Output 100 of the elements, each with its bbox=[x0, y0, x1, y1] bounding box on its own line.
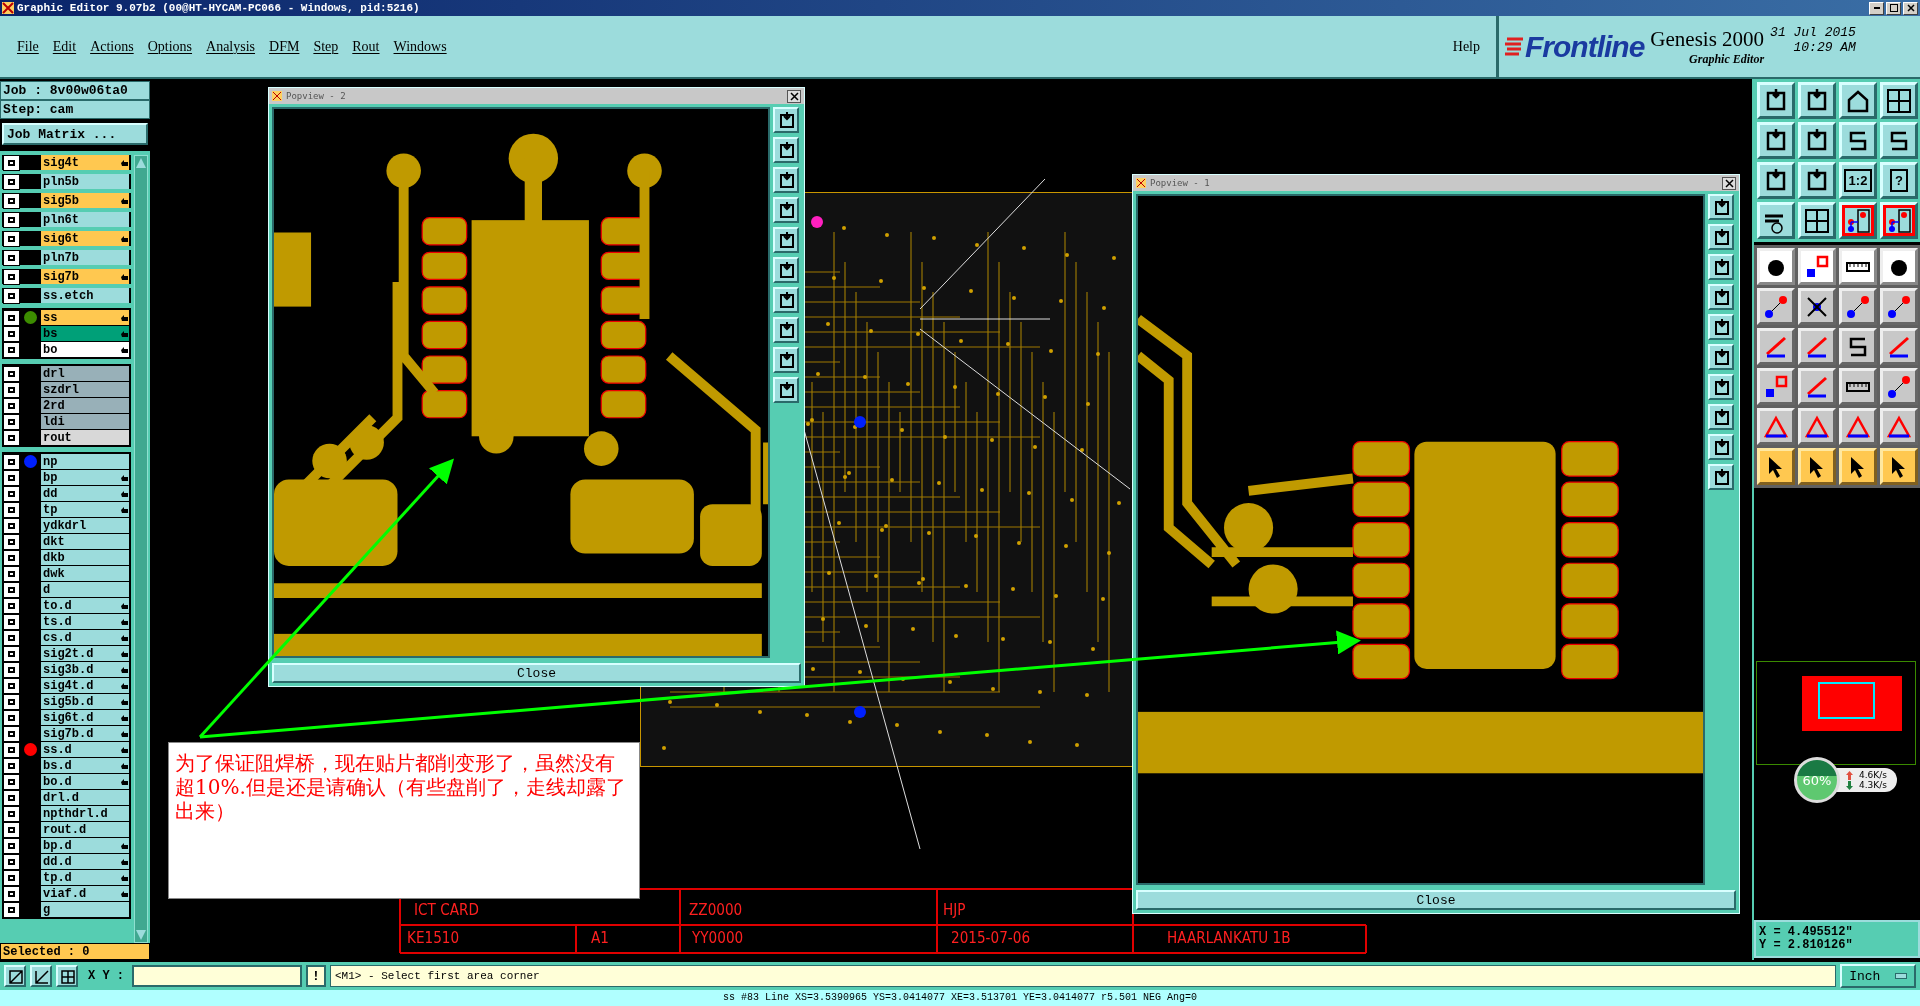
layer-checkbox[interactable] bbox=[4, 250, 19, 265]
tool-button[interactable] bbox=[1839, 248, 1877, 285]
layer-item[interactable]: rout.d bbox=[41, 822, 129, 837]
layer-checkbox[interactable] bbox=[4, 486, 19, 501]
view-tool-button[interactable] bbox=[1708, 464, 1734, 490]
view-tool-button[interactable] bbox=[773, 377, 799, 403]
layer-checkbox[interactable] bbox=[4, 758, 19, 773]
tool-button[interactable] bbox=[1839, 408, 1877, 445]
view-tool-button[interactable] bbox=[1708, 254, 1734, 280]
layer-item[interactable]: ss.d bbox=[41, 742, 129, 757]
layer-item[interactable]: ldi bbox=[41, 414, 129, 429]
view-tool-button[interactable] bbox=[773, 107, 799, 133]
tool-button[interactable] bbox=[1757, 288, 1795, 325]
layer-checkbox[interactable] bbox=[4, 838, 19, 853]
tool-button[interactable] bbox=[1839, 328, 1877, 365]
layer-item[interactable]: szdrl bbox=[41, 382, 129, 397]
layer-item[interactable]: dkb bbox=[41, 550, 129, 565]
layer-item[interactable]: viaf.d bbox=[41, 886, 129, 901]
layer-checkbox[interactable] bbox=[4, 310, 19, 325]
view-tool-button[interactable] bbox=[773, 257, 799, 283]
layer-checkbox[interactable] bbox=[4, 231, 19, 246]
layer-item[interactable]: dd.d bbox=[41, 854, 129, 869]
layer-checkbox[interactable] bbox=[4, 155, 19, 170]
layer-checkbox[interactable] bbox=[4, 678, 19, 693]
layer-checkbox[interactable] bbox=[4, 366, 19, 381]
menu-item[interactable]: Options bbox=[140, 38, 200, 55]
layer-checkbox[interactable] bbox=[4, 822, 19, 837]
tool-button[interactable] bbox=[1798, 448, 1836, 485]
tool-button[interactable] bbox=[1757, 448, 1795, 485]
layer-item[interactable]: g bbox=[41, 902, 129, 917]
layer-item[interactable]: sig4t.d bbox=[41, 678, 129, 693]
layer-item[interactable]: sig5b.d bbox=[41, 694, 129, 709]
layer-item[interactable]: bs bbox=[41, 326, 129, 341]
layer-checkbox[interactable] bbox=[4, 398, 19, 413]
minimize-button[interactable] bbox=[1869, 1, 1884, 15]
layer-item[interactable]: d bbox=[41, 582, 129, 597]
layer-checkbox[interactable] bbox=[4, 269, 19, 284]
layer-item[interactable]: ts.d bbox=[41, 614, 129, 629]
layer-checkbox[interactable] bbox=[4, 614, 19, 629]
view-tool-button[interactable] bbox=[773, 317, 799, 343]
menu-item[interactable]: File bbox=[10, 38, 46, 55]
view-tool-button[interactable] bbox=[1708, 194, 1734, 220]
view-tool-button[interactable] bbox=[773, 197, 799, 223]
layer-item[interactable]: bp bbox=[41, 470, 129, 485]
tool-button[interactable] bbox=[1757, 328, 1795, 365]
layer-checkbox[interactable] bbox=[4, 174, 19, 189]
layer-item[interactable]: to.d bbox=[41, 598, 129, 613]
layer-checkbox[interactable] bbox=[4, 854, 19, 869]
layer-item[interactable]: sig7b bbox=[41, 269, 129, 284]
tool-button[interactable] bbox=[1880, 328, 1918, 365]
menu-item[interactable]: Step bbox=[306, 38, 346, 55]
view-tool-button[interactable] bbox=[1708, 434, 1734, 460]
layer-checkbox[interactable] bbox=[4, 886, 19, 901]
job-matrix-button[interactable]: Job Matrix ... bbox=[2, 123, 148, 145]
layer-checkbox[interactable] bbox=[4, 326, 19, 341]
layer-checkbox[interactable] bbox=[4, 288, 19, 303]
tool-button[interactable] bbox=[1880, 288, 1918, 325]
menu-item[interactable]: Edit bbox=[45, 38, 84, 55]
layer-item[interactable]: pln6t bbox=[41, 212, 129, 227]
tool-button[interactable] bbox=[1757, 408, 1795, 445]
layer-checkbox[interactable] bbox=[4, 742, 19, 757]
view-tool-button[interactable] bbox=[773, 287, 799, 313]
close-button[interactable]: Close bbox=[272, 663, 801, 683]
layer-checkbox[interactable] bbox=[4, 598, 19, 613]
layer-item[interactable]: dkt bbox=[41, 534, 129, 549]
layer-checkbox[interactable] bbox=[4, 454, 19, 469]
layer-item[interactable]: drl.d bbox=[41, 790, 129, 805]
layer-checkbox[interactable] bbox=[4, 342, 19, 357]
layer-item[interactable]: tp.d bbox=[41, 870, 129, 885]
layer-checkbox[interactable] bbox=[4, 414, 19, 429]
view-tool-button[interactable] bbox=[773, 167, 799, 193]
layer-item[interactable]: dd bbox=[41, 486, 129, 501]
layer-item[interactable]: bo bbox=[41, 342, 129, 357]
layer-checkbox[interactable] bbox=[4, 212, 19, 227]
layer-checkbox[interactable] bbox=[4, 646, 19, 661]
view-tool-button[interactable] bbox=[1708, 314, 1734, 340]
menu-item[interactable]: Windows bbox=[386, 38, 454, 55]
layer-checkbox[interactable] bbox=[4, 806, 19, 821]
tool-button[interactable] bbox=[1839, 448, 1877, 485]
menu-item[interactable]: Rout bbox=[345, 38, 387, 55]
layer-checkbox[interactable] bbox=[4, 662, 19, 677]
tool-button[interactable] bbox=[1880, 408, 1918, 445]
menu-item[interactable]: Actions bbox=[83, 38, 141, 55]
layer-item[interactable]: ss.etch bbox=[41, 288, 129, 303]
layer-checkbox[interactable] bbox=[4, 694, 19, 709]
maximize-button[interactable] bbox=[1886, 1, 1901, 15]
xy-input-field[interactable] bbox=[132, 965, 302, 987]
layer-checkbox[interactable] bbox=[4, 518, 19, 533]
layer-checkbox[interactable] bbox=[4, 534, 19, 549]
layer-checkbox[interactable] bbox=[4, 502, 19, 517]
layer-item[interactable]: bo.d bbox=[41, 774, 129, 789]
layer-item[interactable]: pln7b bbox=[41, 250, 129, 265]
layer-checkbox[interactable] bbox=[4, 430, 19, 445]
layer-item[interactable]: bp.d bbox=[41, 838, 129, 853]
layer-checkbox[interactable] bbox=[4, 902, 19, 917]
layer-checkbox[interactable] bbox=[4, 382, 19, 397]
layer-item[interactable]: tp bbox=[41, 502, 129, 517]
layer-item[interactable]: sig3b.d bbox=[41, 662, 129, 677]
view-tool-button[interactable] bbox=[1708, 344, 1734, 370]
close-button[interactable]: Close bbox=[1136, 890, 1736, 910]
